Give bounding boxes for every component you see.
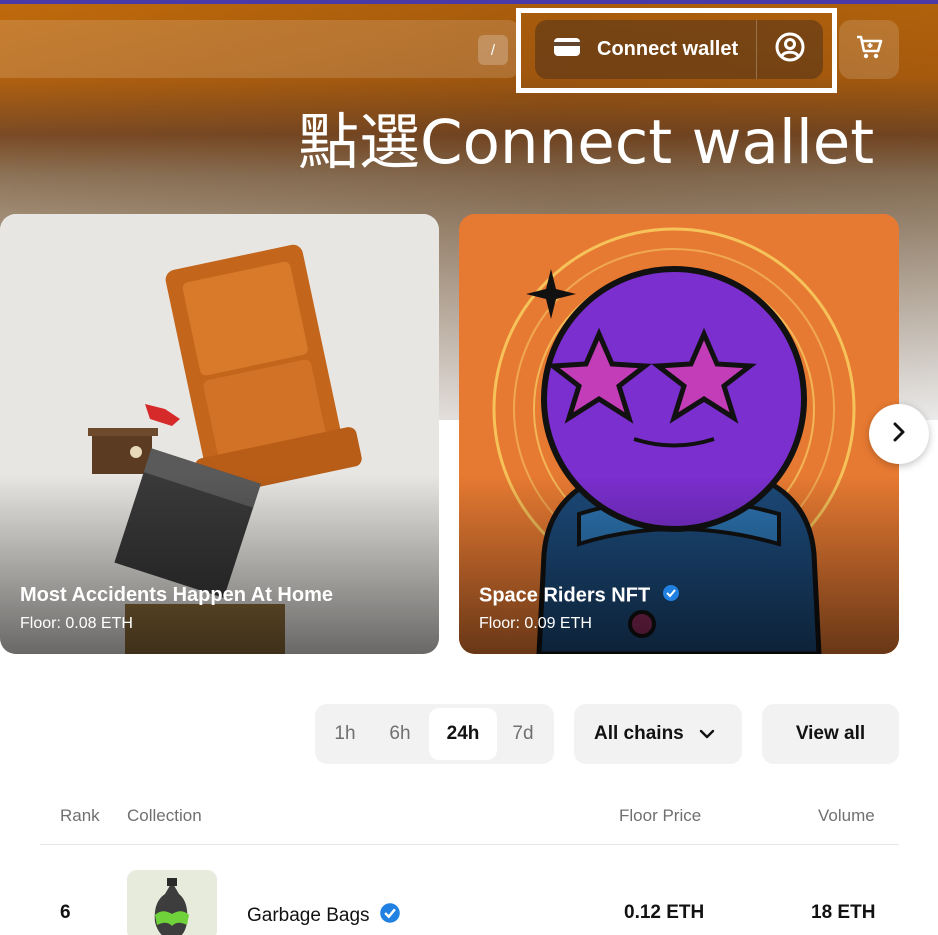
- time-option-1h[interactable]: 1h: [319, 708, 371, 760]
- column-header-rank: Rank: [60, 806, 100, 825]
- view-all-button[interactable]: View all: [762, 704, 899, 764]
- time-option-6h[interactable]: 6h: [371, 708, 429, 760]
- verified-badge-icon: [379, 902, 401, 930]
- chevron-right-icon: [888, 421, 910, 448]
- card-title: Most Accidents Happen At Home: [20, 584, 333, 606]
- row-floor-price: 0.12 ETH: [624, 902, 705, 923]
- chains-dropdown[interactable]: All chains: [574, 704, 742, 764]
- carousel-next-button[interactable]: [869, 404, 929, 464]
- card-floor-price: Floor: 0.08 ETH: [20, 615, 133, 632]
- top-accent-strip: [0, 0, 938, 4]
- collection-card-most-accidents[interactable]: Most Accidents Happen At Home Floor: 0.0…: [0, 214, 439, 654]
- card-title: Space Riders NFT: [479, 584, 680, 608]
- verified-badge-icon: [662, 584, 680, 608]
- time-range-toggle: 1h 6h 24h 7d: [315, 704, 554, 764]
- cart-button[interactable]: [839, 20, 899, 79]
- column-header-volume: Volume: [818, 806, 875, 825]
- table-header-divider: [40, 844, 899, 845]
- collection-name-text: Garbage Bags: [247, 905, 370, 927]
- collection-card-space-riders[interactable]: Space Riders NFT Floor: 0.09 ETH: [459, 214, 899, 654]
- row-volume: 18 ETH: [811, 902, 876, 923]
- card-floor-price: Floor: 0.09 ETH: [479, 615, 592, 632]
- column-header-floor-price: Floor Price: [619, 806, 702, 825]
- column-header-collection: Collection: [127, 806, 202, 825]
- time-option-24h[interactable]: 24h: [429, 708, 497, 760]
- card-title-text: Space Riders NFT: [479, 584, 651, 607]
- search-shortcut-key: /: [478, 35, 508, 65]
- row-rank: 6: [60, 902, 71, 923]
- chains-dropdown-label: All chains: [594, 723, 684, 744]
- cart-icon: [855, 33, 883, 66]
- row-collection-name: Garbage Bags: [247, 902, 401, 930]
- search-bar[interactable]: [0, 20, 520, 78]
- time-option-7d[interactable]: 7d: [497, 708, 549, 760]
- chevron-down-icon: [699, 729, 714, 739]
- instruction-highlight-box: [516, 8, 837, 93]
- collection-thumbnail: [127, 870, 217, 935]
- instruction-text: 點選Connect wallet: [298, 107, 875, 178]
